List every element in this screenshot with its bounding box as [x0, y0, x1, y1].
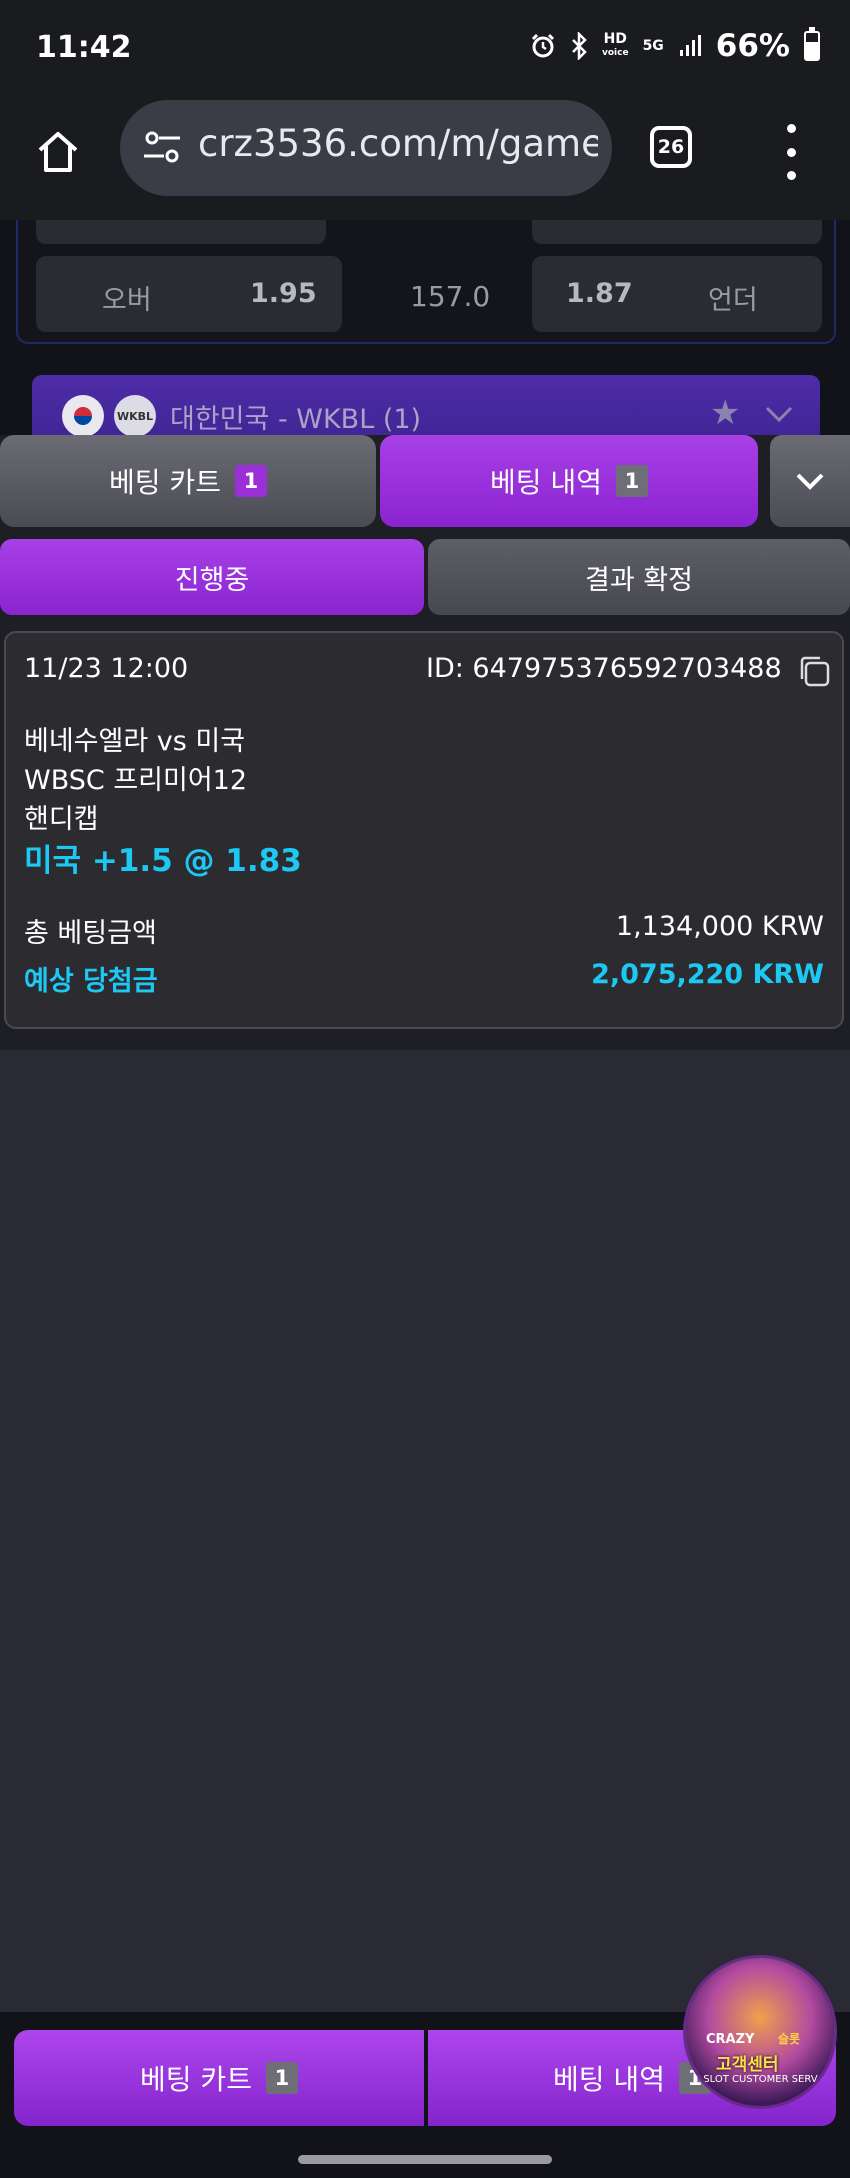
bluetooth-icon: [572, 32, 587, 60]
bet-selection: 미국 +1.5 @ 1.83: [24, 843, 302, 879]
bet-league: WBSC 프리미어12: [24, 765, 248, 796]
wkbl-logo-icon: WKBL: [114, 395, 156, 435]
background-page: 오버 1.95 157.0 1.87 언더 WKBL 대한민국 - WKBL (…: [0, 220, 850, 435]
league-name: 대한민국 - WKBL (1): [170, 404, 422, 435]
cs-sub: Y SLOT CUSTOMER SERV: [694, 2074, 818, 2085]
stake-label: 총 베팅금액: [24, 918, 157, 949]
network-indicator: 5G: [642, 38, 664, 54]
payout-label: 예상 당첨금: [24, 966, 158, 997]
cs-label: 고객센터: [716, 2055, 779, 2075]
cs-brand-kr: 슬롯: [778, 2032, 801, 2046]
under-odds-button[interactable]: 1.87 언더: [532, 256, 822, 332]
more-vert-icon[interactable]: [776, 124, 806, 180]
battery-icon: [804, 27, 820, 61]
signal-icon: [679, 35, 701, 56]
home-gesture-handle[interactable]: [298, 2155, 552, 2164]
subtab-settled[interactable]: 결과 확정: [428, 539, 850, 615]
count-badge: 1: [615, 465, 648, 497]
tab-label: 베팅 카트: [109, 466, 221, 499]
chevron-down-icon: [796, 473, 824, 490]
system-nav-bar: [0, 2142, 850, 2178]
count-badge: 1: [265, 2062, 298, 2094]
over-odds-button[interactable]: 오버 1.95: [36, 256, 342, 332]
cs-brand: CRAZY: [706, 2032, 755, 2047]
browser-toolbar: crz3536.com/m/game/ 26: [0, 100, 850, 220]
status-time: 11:42: [36, 30, 132, 65]
empty-content-area: [0, 1050, 850, 2010]
count-badge: 1: [234, 465, 267, 497]
payout-value: 2,075,220 KRW: [591, 959, 824, 990]
tab-bet-history[interactable]: 베팅 내역 1: [380, 435, 758, 527]
hd-voice-indicator: HD voice: [601, 31, 629, 58]
tab-label: 베팅 내역: [490, 466, 602, 499]
url-text[interactable]: crz3536.com/m/game/: [198, 122, 598, 165]
alarm-icon: [531, 33, 555, 58]
status-bar: 11:42 HD voice 5G 66%: [0, 0, 850, 100]
bet-market: 핸디캡: [24, 804, 99, 835]
customer-service-button[interactable]: CRAZY 슬롯 고객센터 Y SLOT CUSTOMER SERV: [686, 1958, 834, 2106]
address-bar[interactable]: crz3536.com/m/game/: [120, 100, 612, 196]
bet-slip-panel: 베팅 카트 1 베팅 내역 1 진행중 결과 확정 11/23 12:00 ID…: [0, 435, 850, 1050]
bet-match: 베네수엘라 vs 미국: [24, 726, 246, 757]
home-icon[interactable]: [30, 124, 86, 180]
tune-icon[interactable]: [142, 130, 182, 166]
bottom-tab-bet-cart[interactable]: 베팅 카트 1: [14, 2030, 424, 2126]
tab-label: 베팅 내역: [553, 2063, 665, 2096]
bet-id: ID: 647975376592703488: [426, 653, 782, 684]
star-icon[interactable]: ★: [710, 393, 740, 433]
line-value: 157.0: [410, 280, 491, 313]
stake-value: 1,134,000 KRW: [615, 911, 824, 942]
tab-switcher-button[interactable]: 26: [650, 126, 692, 168]
bet-datetime: 11/23 12:00: [24, 653, 189, 684]
battery-percent: 66%: [715, 28, 790, 64]
odds-cell-cut: [36, 220, 326, 244]
tab-label: 베팅 카트: [140, 2063, 252, 2096]
status-icons: HD voice 5G 66%: [530, 27, 820, 64]
odds-cell-cut: [532, 220, 822, 244]
korea-flag-icon: [62, 395, 104, 435]
chevron-down-icon[interactable]: [762, 397, 796, 431]
bet-card: 11/23 12:00 ID: 647975376592703488 베네수엘라…: [4, 631, 844, 1029]
copy-icon[interactable]: [796, 653, 832, 689]
odds-panel: 오버 1.95 157.0 1.87 언더: [16, 220, 836, 344]
subtab-in-progress[interactable]: 진행중: [0, 539, 424, 615]
league-header[interactable]: WKBL 대한민국 - WKBL (1) ★: [32, 375, 820, 435]
tab-bet-cart[interactable]: 베팅 카트 1: [0, 435, 376, 527]
collapse-slip-button[interactable]: [770, 435, 850, 527]
